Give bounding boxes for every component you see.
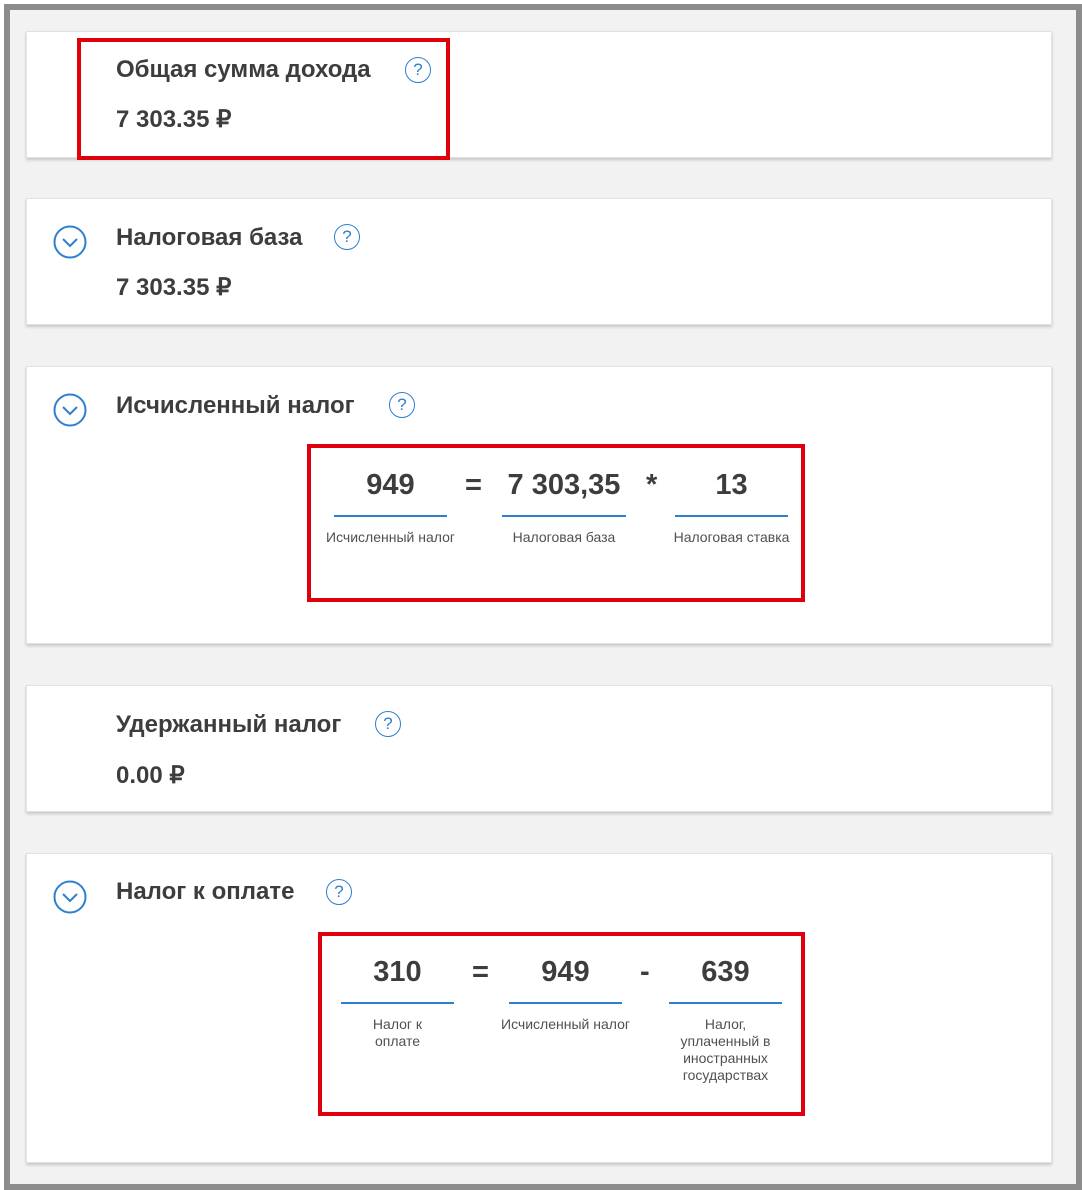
formula-underline bbox=[669, 1002, 782, 1004]
card-title: Общая сумма дохода bbox=[116, 56, 371, 83]
formula-operator-equals: = bbox=[465, 469, 482, 501]
chevron-down-circle-icon[interactable] bbox=[53, 880, 87, 914]
formula-operand-value: 639 bbox=[701, 956, 750, 988]
formula-result-value: 949 bbox=[366, 469, 415, 501]
formula-operator-equals: = bbox=[472, 956, 489, 988]
formula-operand-value: 949 bbox=[541, 956, 590, 988]
calculated-tax-formula: 949 Исчисленный налог = 7 303,35 Налогов… bbox=[27, 469, 1051, 589]
card-total-income: Общая сумма дохода ? 7 303.35 ₽ bbox=[26, 31, 1052, 158]
withheld-tax-value: 0.00 ₽ bbox=[116, 762, 185, 789]
formula-operand-label: Исчисленный налог bbox=[501, 1016, 630, 1032]
help-icon[interactable]: ? bbox=[334, 224, 360, 250]
formula-result-label: Исчисленный налог bbox=[326, 529, 455, 545]
formula-underline bbox=[502, 515, 626, 517]
total-income-value: 7 303.35 ₽ bbox=[116, 106, 232, 133]
formula-result-value: 310 bbox=[373, 956, 422, 988]
chevron-down-circle-icon[interactable] bbox=[53, 225, 87, 259]
formula-operator-multiply: * bbox=[646, 469, 658, 501]
help-icon[interactable]: ? bbox=[405, 57, 431, 83]
card-title: Налог к оплате bbox=[116, 878, 295, 905]
card-tax-base: Налоговая база ? 7 303.35 ₽ bbox=[26, 198, 1052, 325]
help-icon[interactable]: ? bbox=[375, 711, 401, 737]
tax-base-value: 7 303.35 ₽ bbox=[116, 274, 232, 301]
formula-operand-label: Налоговая база bbox=[512, 529, 616, 545]
formula-operand-value: 13 bbox=[715, 469, 748, 501]
formula-operand-value: 7 303,35 bbox=[507, 469, 621, 501]
card-title: Исчисленный налог bbox=[116, 392, 355, 419]
formula-underline bbox=[509, 1002, 622, 1004]
card-title: Удержанный налог bbox=[116, 711, 342, 738]
formula-operator-minus: - bbox=[640, 956, 650, 988]
chevron-down-circle-icon[interactable] bbox=[53, 393, 87, 427]
card-calculated-tax: Исчисленный налог ? 949 Исчисленный нало… bbox=[26, 366, 1052, 644]
formula-result-label: Налог к оплате bbox=[372, 1016, 423, 1049]
formula-underline bbox=[341, 1002, 454, 1004]
formula-operand-label: Налоговая ставка bbox=[673, 529, 790, 545]
help-icon[interactable]: ? bbox=[389, 392, 415, 418]
formula-underline bbox=[675, 515, 788, 517]
card-tax-due: Налог к оплате ? 310 Налог к оплате = 94… bbox=[26, 853, 1052, 1163]
card-withheld-tax: Удержанный налог ? 0.00 ₽ bbox=[26, 685, 1052, 812]
tax-due-formula: 310 Налог к оплате = 949 Исчисленный нал… bbox=[27, 956, 1051, 1126]
card-title: Налоговая база bbox=[116, 224, 303, 251]
help-icon[interactable]: ? bbox=[326, 879, 352, 905]
formula-underline bbox=[334, 515, 447, 517]
formula-operand-label: Налог, уплаченный в иностранных государс… bbox=[680, 1016, 771, 1083]
